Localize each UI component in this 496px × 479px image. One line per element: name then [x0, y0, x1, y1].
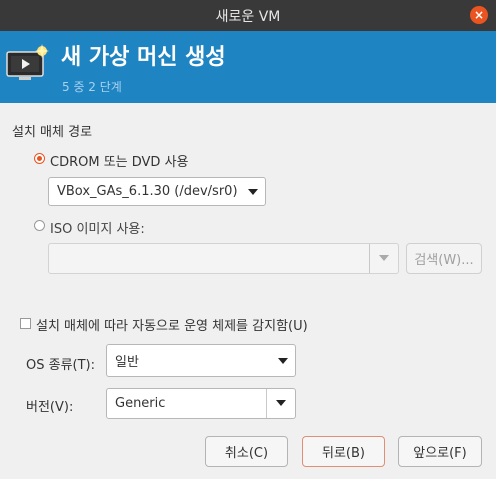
- os-type-label: OS 종류(T):: [26, 358, 96, 373]
- close-button[interactable]: ×: [470, 6, 488, 24]
- back-button[interactable]: 뒤로(B): [302, 436, 385, 467]
- iso-path-combo: [48, 243, 399, 274]
- browse-button: 검색(W)...: [406, 243, 482, 274]
- iso-radio[interactable]: [34, 220, 45, 231]
- chevron-down-icon: [276, 400, 286, 406]
- version-label: 버전(V):: [26, 400, 74, 415]
- cdrom-device-value: VBox_GAs_6.1.30 (/dev/sr0): [57, 184, 238, 199]
- cancel-button[interactable]: 취소(C): [205, 436, 288, 467]
- version-select[interactable]: Generic: [106, 388, 296, 419]
- os-detect-label[interactable]: 설치 매체에 따라 자동으로 운영 체제를 감지함(U): [36, 315, 308, 334]
- version-value: Generic: [115, 396, 166, 411]
- wizard-title: 새 가상 머신 생성: [61, 45, 226, 70]
- wizard-header: 새 가상 머신 생성 5 중 2 단계: [0, 31, 496, 103]
- monitor-star-icon: [6, 44, 49, 80]
- os-type-select[interactable]: 일반: [106, 344, 296, 377]
- window-title: 새로운 VM: [215, 8, 281, 25]
- os-detect-checkbox[interactable]: [20, 318, 31, 329]
- cdrom-radio[interactable]: [34, 153, 45, 164]
- title-bar: 새로운 VM ×: [0, 0, 496, 31]
- forward-button[interactable]: 앞으로(F): [398, 436, 482, 467]
- install-media-section-label: 설치 매체 경로: [12, 125, 93, 140]
- cdrom-radio-label[interactable]: CDROM 또는 DVD 사용: [50, 151, 189, 170]
- wizard-step: 5 중 2 단계: [62, 80, 122, 94]
- close-icon: ×: [473, 8, 485, 22]
- chevron-down-icon: [278, 358, 288, 364]
- chevron-down-icon: [379, 255, 389, 261]
- iso-radio-label[interactable]: ISO 이미지 사용:: [50, 218, 145, 237]
- cdrom-device-select[interactable]: VBox_GAs_6.1.30 (/dev/sr0): [48, 177, 266, 206]
- os-type-value: 일반: [115, 355, 139, 370]
- chevron-down-icon: [248, 189, 258, 195]
